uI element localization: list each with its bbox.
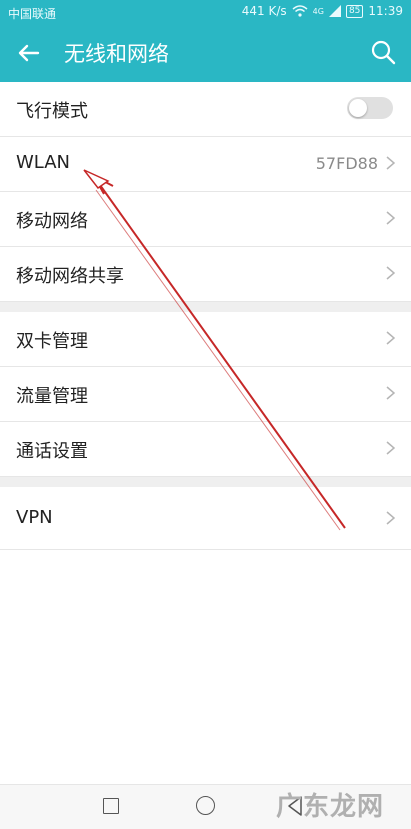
circle-icon[interactable] xyxy=(196,796,215,815)
section-divider xyxy=(0,477,411,487)
setting-call-settings[interactable]: 通话设置 xyxy=(0,422,411,477)
section-divider xyxy=(0,302,411,312)
airplane-mode-toggle[interactable] xyxy=(347,97,393,119)
chevron-right-icon xyxy=(386,331,395,345)
settings-list: 飞行模式 WLAN 57FD88 移动网络 移动网络共享 双卡管理 流量管理 通… xyxy=(0,82,411,550)
chevron-right-icon xyxy=(386,511,395,525)
search-icon[interactable] xyxy=(369,38,397,66)
vpn-label: VPN xyxy=(16,507,53,528)
carrier-label: 中国联通 xyxy=(8,7,57,21)
tethering-label: 移动网络共享 xyxy=(16,266,124,287)
setting-airplane-mode[interactable]: 飞行模式 xyxy=(0,82,411,137)
watermark: 广东龙网 xyxy=(276,792,385,822)
call-settings-label: 通话设置 xyxy=(16,441,88,462)
wifi-icon xyxy=(292,5,308,17)
setting-tethering[interactable]: 移动网络共享 xyxy=(0,247,411,302)
network-speed: 441 K/s xyxy=(241,4,287,18)
status-right: 441 K/s 4G 85 11:39 xyxy=(242,4,403,18)
setting-mobile-network[interactable]: 移动网络 xyxy=(0,192,411,247)
airplane-mode-label: 飞行模式 xyxy=(16,101,88,122)
top-app-bar: 中国联通 441 K/s 4G 85 11:39 无线和网络 xyxy=(0,0,411,82)
square-icon[interactable] xyxy=(103,798,119,814)
signal-4g-badge: 4G xyxy=(312,6,324,16)
battery-icon: 85 xyxy=(345,4,364,18)
page-title: 无线和网络 xyxy=(64,42,169,66)
mobile-network-label: 移动网络 xyxy=(16,211,88,232)
chevron-right-icon xyxy=(386,211,395,225)
app-bar: 无线和网络 xyxy=(0,24,411,82)
setting-data-usage[interactable]: 流量管理 xyxy=(0,367,411,422)
chevron-right-icon xyxy=(386,156,395,170)
status-bar: 中国联通 441 K/s 4G 85 11:39 xyxy=(0,0,411,24)
back-arrow-icon[interactable] xyxy=(14,38,44,68)
chevron-right-icon xyxy=(386,441,395,455)
wlan-network-name: 57FD88 xyxy=(315,154,378,173)
signal-icon xyxy=(328,5,341,17)
setting-dual-sim[interactable]: 双卡管理 xyxy=(0,312,411,367)
dual-sim-label: 双卡管理 xyxy=(16,331,88,352)
chevron-right-icon xyxy=(386,386,395,400)
toggle-knob xyxy=(349,99,367,117)
setting-vpn[interactable]: VPN xyxy=(0,487,411,550)
wlan-label: WLAN xyxy=(16,152,71,173)
data-usage-label: 流量管理 xyxy=(16,386,88,407)
clock: 11:39 xyxy=(368,4,403,18)
chevron-right-icon xyxy=(386,266,395,280)
setting-wlan[interactable]: WLAN 57FD88 xyxy=(0,137,411,192)
